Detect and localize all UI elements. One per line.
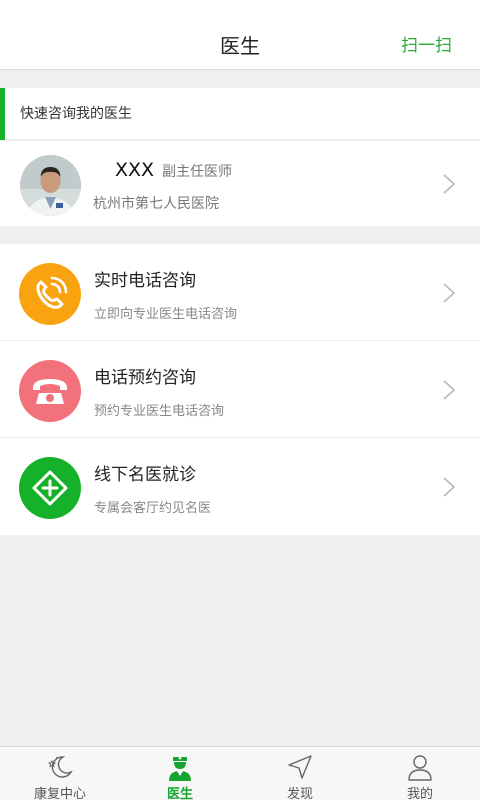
service-realtime-phone[interactable]: 实时电话咨询 立即向专业医生电话咨询 xyxy=(0,244,480,341)
service-label: 实时电话咨询 xyxy=(94,271,196,291)
moon-stars-icon xyxy=(46,753,74,781)
tab-label: 发现 xyxy=(286,787,313,800)
medical-cross-icon xyxy=(19,457,81,519)
consult-services-list: 实时电话咨询 立即向专业医生电话咨询 电话预约咨询 预约专业医生电话咨询 线下名… xyxy=(0,244,480,535)
doctor-icon xyxy=(166,753,194,781)
service-desc: 立即向专业医生电话咨询 xyxy=(94,307,238,322)
scan-button[interactable]: 扫一扫 xyxy=(401,0,452,70)
service-desc: 专属会客厅约见名医 xyxy=(94,501,212,516)
service-phone-appointment[interactable]: 电话预约咨询 预约专业医生电话咨询 xyxy=(0,341,480,438)
tab-discover[interactable]: 发现 xyxy=(240,747,360,800)
service-desc: 预约专业医生电话咨询 xyxy=(94,404,225,419)
tab-label: 康复中心 xyxy=(33,787,86,800)
phone-ringing-icon xyxy=(19,263,81,325)
section-header: 快速咨询我的医生 xyxy=(0,88,480,140)
tab-label: 医生 xyxy=(166,787,193,800)
section-title: 快速咨询我的医生 xyxy=(20,106,132,122)
service-label: 电话预约咨询 xyxy=(94,368,196,388)
telephone-icon xyxy=(19,360,81,422)
tab-label: 我的 xyxy=(406,787,433,800)
person-icon xyxy=(406,753,434,781)
bottom-tab-bar: 康复中心 医生 发现 我的 xyxy=(0,746,480,800)
doctor-avatar xyxy=(20,155,81,216)
service-offline-visit[interactable]: 线下名医就诊 专属会客厅约见名医 xyxy=(0,438,480,535)
tab-doctor[interactable]: 医生 xyxy=(120,747,240,800)
compass-arrow-icon xyxy=(286,753,314,781)
section-accent-bar xyxy=(0,88,5,140)
chevron-right-icon xyxy=(442,379,456,401)
chevron-right-icon xyxy=(442,476,456,498)
service-label: 线下名医就诊 xyxy=(94,465,196,485)
tab-mine[interactable]: 我的 xyxy=(360,747,480,800)
my-doctor-card[interactable]: XXX 副主任医师 杭州市第七人民医院 xyxy=(0,141,480,226)
doctor-hospital: 杭州市第七人民医院 xyxy=(93,196,219,212)
top-bar: 医生 扫一扫 xyxy=(0,0,480,70)
doctor-title: 副主任医师 xyxy=(162,164,232,180)
tab-rehab-center[interactable]: 康复中心 xyxy=(0,747,120,800)
doctor-name: XXX xyxy=(115,159,155,181)
chevron-right-icon xyxy=(442,173,456,195)
chevron-right-icon xyxy=(442,282,456,304)
